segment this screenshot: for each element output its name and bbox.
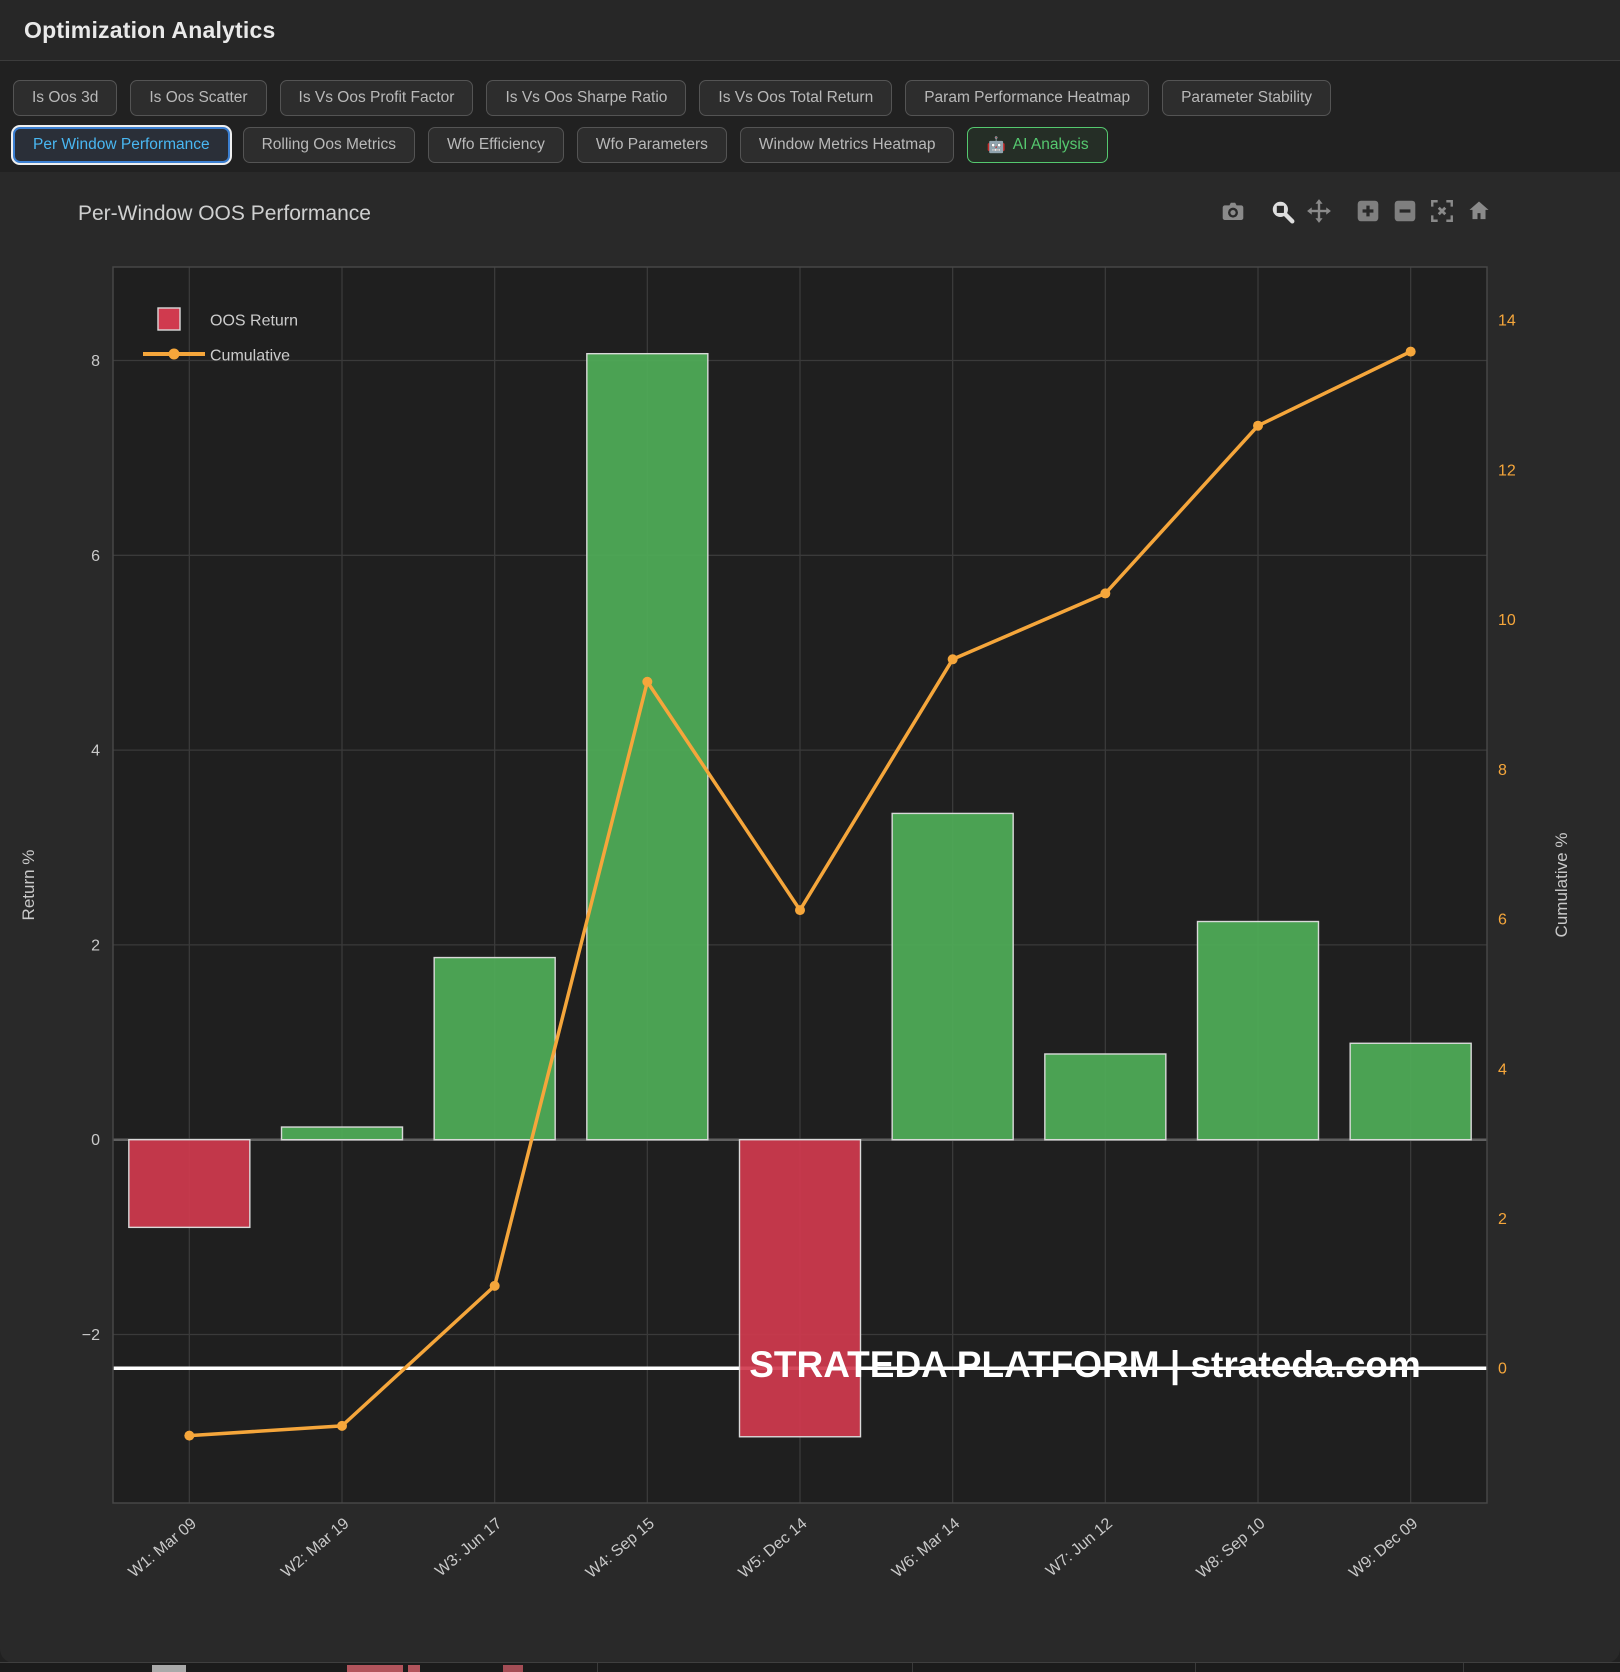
chart-modebar xyxy=(1220,198,1492,224)
svg-text:0: 0 xyxy=(91,1132,100,1149)
table-fragment xyxy=(347,1665,403,1672)
zoom-in-icon[interactable] xyxy=(1355,198,1381,224)
camera-icon[interactable] xyxy=(1220,198,1246,224)
svg-text:4: 4 xyxy=(91,743,100,760)
svg-text:10: 10 xyxy=(1498,612,1516,629)
partial-table-strip xyxy=(0,1662,1620,1672)
svg-text:W6: Mar 14: W6: Mar 14 xyxy=(889,1515,963,1581)
app-header: Optimization Analytics xyxy=(0,0,1620,61)
tab-ai-analysis-label: AI Analysis xyxy=(1013,136,1089,154)
tab-window-metrics-heatmap[interactable]: Window Metrics Heatmap xyxy=(740,127,955,163)
table-fragment xyxy=(408,1665,420,1672)
bar-W8: Sep 10 xyxy=(1198,922,1319,1140)
table-fragment xyxy=(152,1665,186,1672)
chart-card: Per-Window OOS Performance OOS Return Cum… xyxy=(0,172,1620,1663)
tab-per-window-performance[interactable]: Per Window Performance xyxy=(13,127,230,163)
bar-W7: Jun 12 xyxy=(1045,1054,1166,1140)
svg-text:W7: Jun 12: W7: Jun 12 xyxy=(1043,1515,1116,1580)
pan-icon[interactable] xyxy=(1306,198,1332,224)
zoom-icon[interactable] xyxy=(1269,198,1295,224)
svg-text:W4: Sep 15: W4: Sep 15 xyxy=(583,1515,658,1582)
robot-icon: 🤖 xyxy=(986,136,1005,155)
tab-wfo-parameters[interactable]: Wfo Parameters xyxy=(577,127,727,163)
tab-is-vs-oos-profit-factor[interactable]: Is Vs Oos Profit Factor xyxy=(280,80,474,116)
svg-text:−2: −2 xyxy=(82,1327,100,1344)
watermark: STRATEDA PLATFORM | strateda.com xyxy=(749,1344,1421,1386)
svg-text:4: 4 xyxy=(1498,1061,1507,1078)
bar-W1: Mar 09 xyxy=(129,1140,250,1228)
bar-W5: Dec 14 xyxy=(740,1140,861,1437)
svg-text:W3: Jun 17: W3: Jun 17 xyxy=(432,1515,505,1580)
svg-text:Cumulative: Cumulative xyxy=(210,348,290,365)
table-divider xyxy=(597,1663,598,1672)
x-axis-labels: W1: Mar 09 W2: Mar 19 W3: Jun 17 W4: Sep 15… xyxy=(126,1515,1422,1582)
performance-chart[interactable]: OOS Return Cumulative 8 6 4 2 0 −2 14 12 10 8 6 4 2 0 Re… xyxy=(0,172,1620,1663)
autoscale-icon[interactable] xyxy=(1429,198,1455,224)
svg-text:0: 0 xyxy=(1498,1361,1507,1378)
tab-is-vs-oos-total-return[interactable]: Is Vs Oos Total Return xyxy=(699,80,892,116)
svg-text:12: 12 xyxy=(1498,462,1516,479)
table-divider xyxy=(1463,1663,1464,1672)
bar-W6: Mar 14 xyxy=(892,813,1013,1139)
tab-row-2: Per Window Performance Rolling Oos Metri… xyxy=(0,127,1620,163)
svg-text:W2: Mar 19: W2: Mar 19 xyxy=(278,1515,352,1581)
svg-text:6: 6 xyxy=(1498,912,1507,929)
svg-text:14: 14 xyxy=(1498,313,1516,330)
table-divider xyxy=(1195,1663,1196,1672)
chart-title: Per-Window OOS Performance xyxy=(78,202,371,226)
tab-wfo-efficiency[interactable]: Wfo Efficiency xyxy=(428,127,564,163)
svg-text:2: 2 xyxy=(91,937,100,954)
svg-text:W5: Dec 14: W5: Dec 14 xyxy=(736,1515,811,1582)
svg-text:8: 8 xyxy=(1498,762,1507,779)
right-axis-title: Cumulative % xyxy=(1552,833,1571,938)
tab-rolling-oos-metrics[interactable]: Rolling Oos Metrics xyxy=(243,127,415,163)
svg-text:W1: Mar 09: W1: Mar 09 xyxy=(126,1515,200,1581)
table-divider xyxy=(912,1663,913,1672)
table-fragment xyxy=(503,1665,523,1672)
tab-param-performance-heatmap[interactable]: Param Performance Heatmap xyxy=(905,80,1149,116)
left-axis-title: Return % xyxy=(19,850,38,921)
page-title: Optimization Analytics xyxy=(24,17,275,44)
svg-text:W8: Sep 10: W8: Sep 10 xyxy=(1194,1515,1269,1582)
svg-text:6: 6 xyxy=(91,548,100,565)
tab-is-oos-scatter[interactable]: Is Oos Scatter xyxy=(130,80,266,116)
svg-text:OOS Return: OOS Return xyxy=(210,313,298,330)
tab-is-vs-oos-sharpe-ratio[interactable]: Is Vs Oos Sharpe Ratio xyxy=(486,80,686,116)
tab-is-oos-3d[interactable]: Is Oos 3d xyxy=(13,80,117,116)
svg-text:8: 8 xyxy=(91,353,100,370)
tab-ai-analysis[interactable]: 🤖 AI Analysis xyxy=(967,127,1107,163)
zoom-out-icon[interactable] xyxy=(1392,198,1418,224)
tab-parameter-stability[interactable]: Parameter Stability xyxy=(1162,80,1331,116)
tab-row-1: Is Oos 3d Is Oos Scatter Is Vs Oos Profi… xyxy=(0,80,1620,116)
svg-text:2: 2 xyxy=(1498,1211,1507,1228)
bar-W9: Dec 09 xyxy=(1350,1043,1471,1139)
svg-text:W9: Dec 09: W9: Dec 09 xyxy=(1346,1515,1421,1582)
home-icon[interactable] xyxy=(1466,198,1492,224)
bar-W2: Mar 19 xyxy=(282,1127,403,1140)
